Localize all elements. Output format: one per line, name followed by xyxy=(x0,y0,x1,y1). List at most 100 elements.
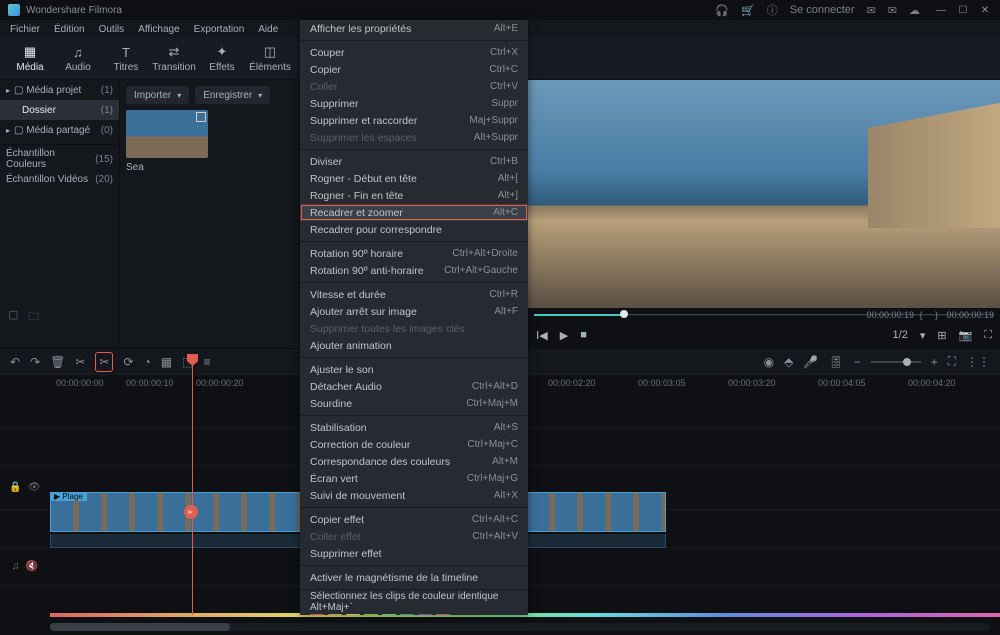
menu-item[interactable]: Rotation 90º anti-horaireCtrl+Alt+Gauche xyxy=(300,262,528,279)
mute-icon[interactable]: 🔇 xyxy=(26,561,38,572)
playhead[interactable] xyxy=(192,354,193,615)
undo-button[interactable]: ↶ xyxy=(10,355,20,369)
zoom-in-icon[interactable]: + xyxy=(931,355,938,369)
ruler-tick: 00:00:04:20 xyxy=(908,378,956,388)
sidebar-item-folder[interactable]: Dossier(1) xyxy=(0,100,119,120)
mic-icon[interactable]: 🎤 xyxy=(803,355,818,369)
audio-icon: ♫ xyxy=(73,45,83,60)
redo-button[interactable]: ↷ xyxy=(30,355,40,369)
media-thumbnail[interactable]: Sea xyxy=(126,110,208,173)
color-button[interactable]: ◔ xyxy=(144,355,151,369)
menu-item[interactable]: Ajuster le son xyxy=(300,361,528,378)
menu-help[interactable]: Aide xyxy=(258,24,278,35)
settings2-icon[interactable]: ⋮⋮ xyxy=(966,355,990,369)
play-button[interactable]: ▶ xyxy=(560,329,568,342)
fullscreen-icon[interactable]: ⛶ xyxy=(984,329,992,342)
lock-icon[interactable]: 🔒 xyxy=(9,482,21,493)
menu-item[interactable]: Correspondance des couleursAlt+M xyxy=(300,453,528,470)
menu-item[interactable]: Recadrer pour correspondre xyxy=(300,221,528,238)
menu-item[interactable]: Correction de couleurCtrl+Maj+C xyxy=(300,436,528,453)
titles-icon: T xyxy=(122,45,130,60)
zoom-fit-icon[interactable]: ⛶ xyxy=(948,354,956,369)
menu-item: Supprimer les espacesAlt+Suppr xyxy=(300,129,528,146)
tab-effects[interactable]: ✦Effets xyxy=(198,44,246,73)
menu-item[interactable]: Suivi de mouvementAlt+X xyxy=(300,487,528,504)
cloud-icon[interactable]: ☁ xyxy=(909,4,920,17)
login-link[interactable]: Se connecter xyxy=(790,4,855,16)
new-folder-icon[interactable]: ▢ xyxy=(8,308,18,327)
menu-item[interactable]: Supprimer et raccorderMaj+Suppr xyxy=(300,112,528,129)
menu-item[interactable]: Rogner - Fin en têteAlt+] xyxy=(300,187,528,204)
menu-item[interactable]: Écran vertCtrl+Maj+G xyxy=(300,470,528,487)
quality-icon[interactable]: ⊞ xyxy=(937,329,946,342)
prev-frame-button[interactable]: Ⅰ◀ xyxy=(536,329,548,342)
crop-button[interactable]: ✂ xyxy=(95,352,113,372)
save-button[interactable]: Enregistrer xyxy=(195,86,270,104)
menu-item[interactable]: Rotation 90º horaireCtrl+Alt+Droite xyxy=(300,245,528,262)
greenscreen-button[interactable]: ▦ xyxy=(161,355,172,369)
menu-item[interactable]: Afficher les propriétésAlt+E xyxy=(300,20,528,37)
tab-elements[interactable]: ◫Éléments xyxy=(246,44,294,73)
menu-item[interactable]: Détacher AudioCtrl+Alt+D xyxy=(300,378,528,395)
eye-icon[interactable]: ◉ xyxy=(764,355,774,369)
menu-tools[interactable]: Outils xyxy=(99,24,125,35)
mixer-icon[interactable]: 🎚 xyxy=(828,355,843,369)
cart-icon[interactable]: 🛒 xyxy=(741,4,755,17)
zoom-out-icon[interactable]: − xyxy=(854,355,861,369)
menu-item[interactable]: Recadrer et zoomerAlt+C xyxy=(300,204,528,221)
mail-icon[interactable]: ✉ xyxy=(888,4,897,17)
menu-file[interactable]: Fichier xyxy=(10,24,40,35)
zoom-ratio[interactable]: 1/2 xyxy=(893,329,908,341)
menu-item[interactable]: Ajouter arrêt sur imageAlt+F xyxy=(300,303,528,320)
menu-view[interactable]: Affichage xyxy=(138,24,180,35)
tab-media[interactable]: ▦Média xyxy=(6,44,54,73)
menu-item[interactable]: Copier effetCtrl+Alt+C xyxy=(300,511,528,528)
tab-audio[interactable]: ♫Audio xyxy=(54,45,102,73)
menu-item[interactable]: StabilisationAlt+S xyxy=(300,419,528,436)
sidebar-item-project[interactable]: ▸▢ Média projet(1) xyxy=(0,80,119,100)
menu-item[interactable]: SupprimerSuppr xyxy=(300,95,528,112)
stop-button[interactable]: ■ xyxy=(580,329,587,341)
menu-item[interactable]: DiviserCtrl+B xyxy=(300,153,528,170)
menu-item[interactable]: CopierCtrl+C xyxy=(300,61,528,78)
info-icon[interactable]: ⓘ xyxy=(767,2,778,18)
menu-item[interactable]: Vitesse et duréeCtrl+R xyxy=(300,286,528,303)
import-button[interactable]: Importer xyxy=(126,86,189,104)
cut-button[interactable]: ✂ xyxy=(75,355,85,369)
zoom-dropdown-icon[interactable]: ▾ xyxy=(920,329,926,342)
tab-titles[interactable]: TTitres xyxy=(102,45,150,73)
snapshot-icon[interactable]: 📷 xyxy=(959,329,973,342)
menu-item[interactable]: Rogner - Début en têteAlt+[ xyxy=(300,170,528,187)
folder-icon[interactable]: 🗀 xyxy=(28,308,39,327)
sidebar-item-shared[interactable]: ▸▢ Média partagé(0) xyxy=(0,120,119,140)
menu-export[interactable]: Exportation xyxy=(194,24,245,35)
zoom-slider[interactable] xyxy=(871,361,921,363)
message-icon[interactable]: ✉ xyxy=(867,4,876,17)
settings-button[interactable]: ≡ xyxy=(203,355,210,369)
menu-item[interactable]: CouperCtrl+X xyxy=(300,44,528,61)
sidebar-item-videos[interactable]: Échantillon Vidéos(20) xyxy=(0,169,119,189)
preview-video[interactable] xyxy=(528,80,1000,308)
menu-item[interactable]: Ajouter animation xyxy=(300,337,528,354)
menu-item[interactable]: Activer le magnétisme de la timeline xyxy=(300,569,528,586)
speed-button[interactable]: ⟳ xyxy=(123,355,133,369)
preview-progress[interactable]: 00:00:00:19 { } 00:00:00:19 xyxy=(528,308,1000,322)
marker2-icon[interactable]: ⬘ xyxy=(784,355,793,369)
minimize-button[interactable]: — xyxy=(934,5,948,16)
ruler-tick: 00:00:03:05 xyxy=(638,378,686,388)
timeline-scrollbar[interactable] xyxy=(50,623,990,631)
menu-item[interactable]: Supprimer effet xyxy=(300,545,528,562)
preview-time-left: 00:00:00:19 xyxy=(866,310,914,320)
preview-panel: 00:00:00:19 { } 00:00:00:19 Ⅰ◀ ▶ ■ 1/2 ▾… xyxy=(528,80,1000,348)
maximize-button[interactable]: ☐ xyxy=(956,5,970,16)
clip-cut-marker[interactable]: ✂ xyxy=(184,505,198,519)
close-button[interactable]: ✕ xyxy=(978,5,992,16)
music-icon: ♫ xyxy=(12,561,20,572)
sidebar-item-colors[interactable]: Échantillon Couleurs(15) xyxy=(0,149,119,169)
delete-button[interactable]: 🗑 xyxy=(50,355,65,369)
tab-transition[interactable]: ⇄Transition xyxy=(150,44,198,73)
headphones-icon[interactable]: 🎧 xyxy=(715,4,729,17)
menu-edit[interactable]: Édition xyxy=(54,24,85,35)
eye-track-icon[interactable]: 👁 xyxy=(28,482,41,493)
menu-item[interactable]: SourdineCtrl+Maj+M xyxy=(300,395,528,412)
